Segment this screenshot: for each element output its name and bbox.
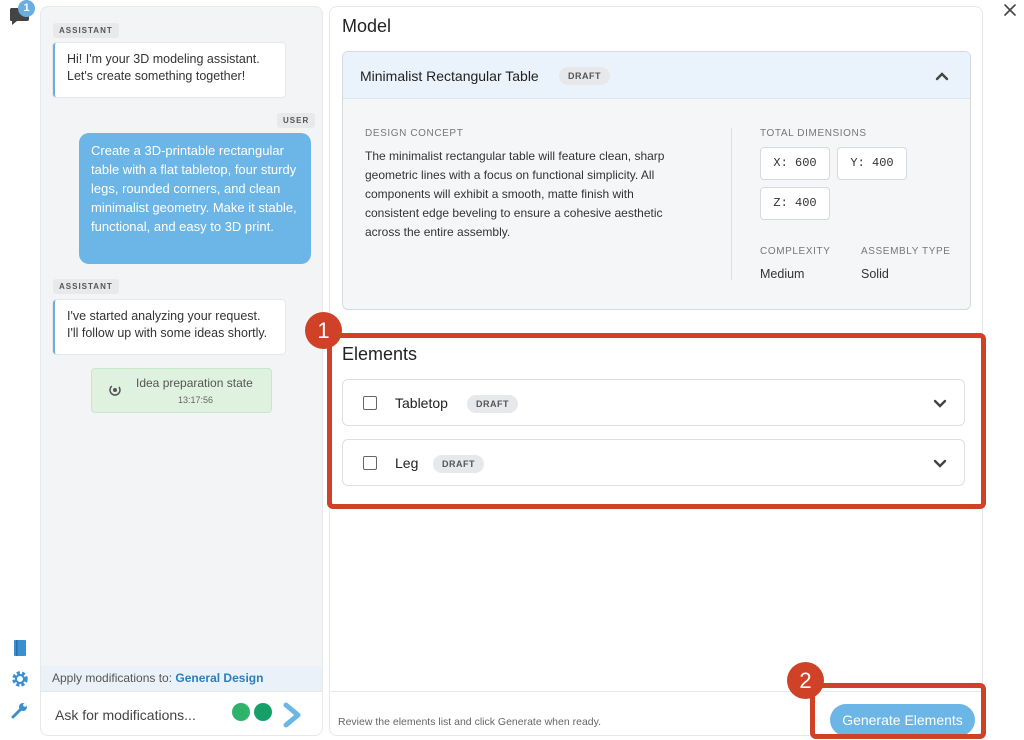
annotation-box-1 (327, 333, 986, 509)
assembly-type-label: ASSEMBLY TYPE (861, 246, 951, 257)
footer-hint: Review the elements list and click Gener… (338, 716, 602, 728)
dimensions-label: TOTAL DIMENSIONS (760, 128, 867, 139)
state-label: Idea preparation state (136, 376, 253, 390)
assistant-message: I've started analyzing your request. I'l… (53, 300, 285, 354)
model-card-header[interactable]: Minimalist Rectangular Table DRAFT (343, 52, 970, 99)
chat-panel: ASSISTANT Hi! I'm your 3D modeling assis… (40, 6, 323, 736)
progress-icon (109, 384, 121, 396)
book-icon[interactable] (10, 638, 30, 658)
gear-icon[interactable] (10, 669, 30, 689)
role-badge: ASSISTANT (53, 279, 119, 294)
apply-modifications-bar: Apply modifications to: General Design (41, 666, 322, 691)
dimension-z: Z: 400 (760, 187, 830, 220)
complexity-label: COMPLEXITY (760, 246, 831, 257)
ask-input[interactable] (55, 704, 225, 726)
design-concept-label: DESIGN CONCEPT (365, 128, 464, 139)
ask-bar (41, 691, 322, 735)
assistant-message: Hi! I'm your 3D modeling assistant. Let'… (53, 43, 285, 97)
annotation-marker-2: 2 (787, 662, 824, 699)
dimension-y: Y: 400 (837, 147, 907, 180)
chat-count-badge: 1 (18, 0, 35, 17)
idea-state-card: Idea preparation state 13:17:56 (91, 368, 272, 413)
chevron-up-icon[interactable] (935, 69, 949, 83)
state-time: 13:17:56 (178, 395, 214, 405)
design-concept-text: The minimalist rectangular table will fe… (365, 149, 665, 239)
wrench-icon[interactable] (10, 700, 30, 720)
status-badge: DRAFT (559, 67, 610, 85)
model-title: Minimalist Rectangular Table (360, 68, 539, 84)
annotation-box-2 (810, 683, 986, 739)
complexity-value: Medium (760, 267, 805, 281)
left-rail: 1 (0, 0, 40, 740)
model-heading: Model (342, 16, 392, 36)
apply-label: Apply modifications to: (52, 671, 173, 685)
close-icon[interactable] (1002, 2, 1018, 18)
assembly-type-value: Solid (861, 267, 889, 281)
user-message: Create a 3D-printable rectangular table … (79, 133, 311, 264)
apply-target-link[interactable]: General Design (175, 671, 263, 685)
role-badge: ASSISTANT (53, 23, 119, 38)
role-badge: USER (277, 113, 316, 128)
lightbulb-icon[interactable] (232, 703, 250, 721)
grammarly-icon[interactable] (254, 703, 272, 721)
model-card: Minimalist Rectangular Table DRAFT DESIG… (342, 51, 971, 310)
annotation-marker-1: 1 (305, 312, 342, 349)
divider (731, 128, 732, 280)
send-arrow-icon[interactable] (281, 702, 303, 728)
dimension-x: X: 600 (760, 147, 830, 180)
